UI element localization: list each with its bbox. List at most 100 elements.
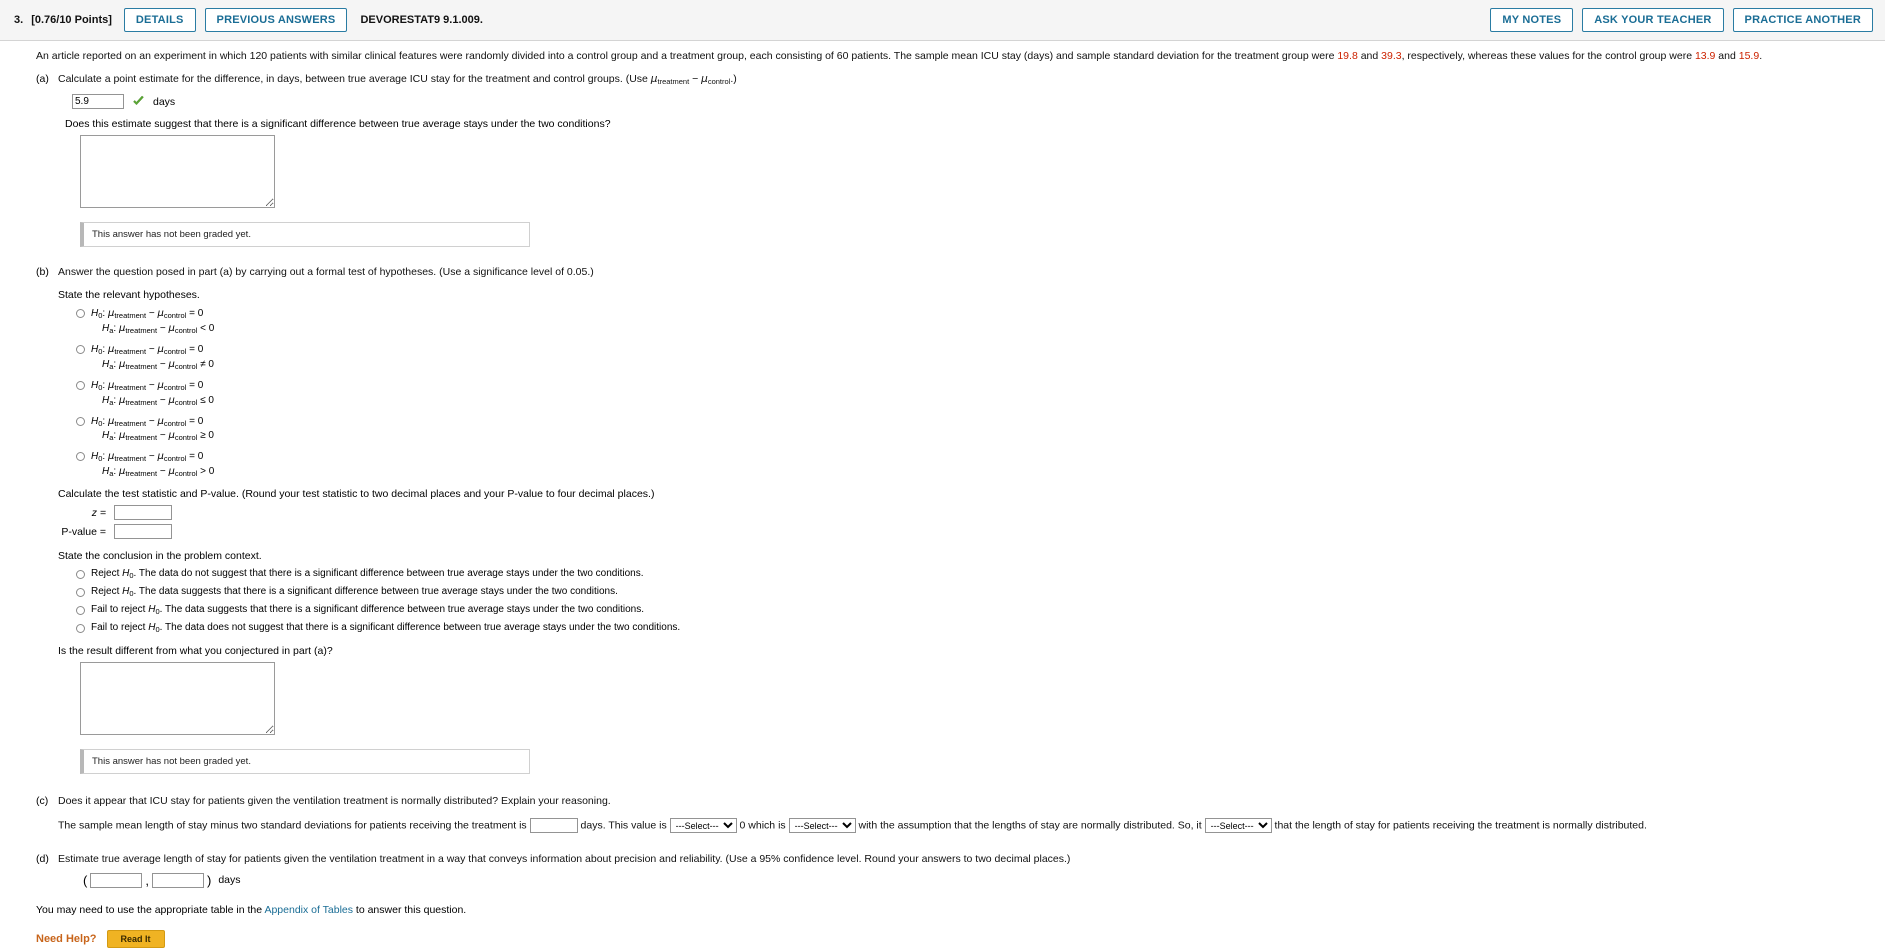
mu-t-sub: treatment (114, 454, 147, 464)
mu-t-sub: treatment (125, 469, 158, 479)
conclusion-option-1[interactable]: Reject H0. The data do not suggest that … (76, 568, 1885, 580)
statement-text-5: . (1759, 50, 1763, 62)
radio-icon[interactable] (76, 587, 85, 597)
open-paren: ( (83, 872, 88, 888)
conclusion-option-4[interactable]: Fail to reject H0. The data does not sug… (76, 622, 1885, 634)
previous-answers-button[interactable]: PREVIOUS ANSWERS (204, 8, 348, 32)
treatment-sd-value: 39.3 (1381, 50, 1402, 62)
read-it-button[interactable]: Read It (106, 929, 165, 948)
question-body: An article reported on an experiment in … (0, 41, 1885, 948)
part-c-select-1[interactable]: ---Select--- (669, 818, 737, 834)
radio-icon[interactable] (76, 605, 85, 615)
radio-icon[interactable] (76, 345, 85, 355)
conclusion-4-pre: Fail to reject (91, 622, 149, 634)
mu-t-sub: treatment (114, 311, 147, 321)
part-b-explanation-textarea[interactable] (80, 662, 275, 736)
statement-text-1: An article reported on an experiment in … (36, 50, 1338, 62)
part-d-lower-bound-input[interactable] (90, 872, 143, 888)
part-a-explanation-textarea[interactable] (80, 135, 275, 209)
close-paren: ) (206, 872, 212, 888)
conclusion-option-3[interactable]: Fail to reject H0. The data suggests tha… (76, 604, 1885, 616)
hypothesis-option-4[interactable]: H0: μtreatment − μcontrol = 0 Ha: μtreat… (76, 415, 1885, 445)
mu-c-sub: control (163, 382, 187, 392)
hypothesis-option-5[interactable]: H0: μtreatment − μcontrol = 0 Ha: μtreat… (76, 450, 1885, 480)
test-statistic-prompt: Calculate the test statistic and P-value… (58, 488, 655, 501)
practice-another-button[interactable]: PRACTICE ANOTHER (1732, 8, 1873, 32)
part-d-upper-bound-input[interactable] (151, 872, 204, 888)
ha-sign-2: ≠ (200, 358, 206, 370)
part-c-text-1: The sample mean length of stay minus two… (58, 819, 527, 832)
my-notes-button[interactable]: MY NOTES (1490, 8, 1574, 32)
ha-subscript: a (109, 397, 114, 407)
part-c-select-3[interactable]: ---Select--- (1204, 818, 1272, 834)
conclusion-option-2[interactable]: Reject H0. The data suggests that there … (76, 586, 1885, 598)
hypothesis-option-2[interactable]: H0: μtreatment − μcontrol = 0 Ha: μtreat… (76, 343, 1885, 373)
radio-icon[interactable] (76, 452, 85, 462)
comma-separator: , (145, 872, 149, 888)
h0-subscript: 0 (98, 311, 103, 321)
radio-icon[interactable] (76, 309, 85, 319)
part-a-prompt: Calculate a point estimate for the diffe… (58, 72, 1885, 88)
radio-icon[interactable] (76, 623, 85, 633)
conclusion-1-post: . The data do not suggest that there is … (133, 568, 644, 580)
ha-sign-5: > (200, 466, 206, 478)
appendix-of-tables-link[interactable]: Appendix of Tables (264, 904, 353, 916)
part-d-prompt: Estimate true average length of stay for… (58, 852, 1071, 865)
mu-c-sub: control (174, 326, 198, 336)
h0-sign-4: = (189, 415, 195, 427)
p-value-input[interactable] (114, 524, 172, 540)
mu-t-sub: treatment (125, 361, 158, 371)
minus: − (159, 358, 166, 370)
ha-subscript: a (109, 326, 114, 336)
part-c-text-4: with the assumption that the lengths of … (858, 819, 1202, 832)
appendix-note-pre: You may need to use the appropriate tabl… (36, 903, 265, 916)
question-points: [0.76/10 Points] (31, 14, 112, 26)
hypotheses-radio-group: H0: μtreatment − μcontrol = 0 Ha: μtreat… (76, 307, 1885, 480)
minus: − (159, 323, 166, 335)
ha-sign-3: ≤ (200, 394, 206, 406)
question-number: 3. (14, 14, 24, 26)
rhs: 0 (208, 466, 215, 478)
part-c-fill-in-sentence: The sample mean length of stay minus two… (58, 818, 1885, 834)
details-button[interactable]: DETAILS (123, 8, 196, 32)
conclusion-heading: State the conclusion in the problem cont… (58, 550, 262, 563)
p-value-label: P-value = (61, 525, 106, 538)
statement-text-2: and (1357, 50, 1382, 62)
ha-subscript: a (109, 433, 114, 443)
part-c-select-2[interactable]: ---Select--- (788, 818, 856, 834)
radio-icon[interactable] (76, 416, 85, 426)
mu-t-sub: treatment (125, 397, 158, 407)
minus: − (148, 308, 155, 320)
rhs: 0 (197, 415, 204, 427)
part-c: (c) Does it appear that ICU stay for pat… (36, 794, 1885, 834)
ask-your-teacher-button[interactable]: ASK YOUR TEACHER (1582, 8, 1724, 32)
minus: − (159, 394, 166, 406)
mu-c-sub: control (174, 469, 198, 479)
mu-c-sub: control (163, 418, 187, 428)
conclusion-2-pre: Reject (91, 586, 123, 598)
part-a-answer-input[interactable] (72, 94, 124, 110)
hypothesis-option-1[interactable]: H0: μtreatment − μcontrol = 0 Ha: μtreat… (76, 307, 1885, 337)
part-a-unit-label: days (153, 95, 176, 108)
hypothesis-option-3[interactable]: H0: μtreatment − μcontrol = 0 Ha: μtreat… (76, 379, 1885, 409)
part-c-value-input[interactable] (529, 818, 578, 834)
part-b: (b) Answer the question posed in part (a… (36, 265, 1885, 775)
h0-subscript: 0 (98, 382, 103, 392)
radio-icon[interactable] (76, 380, 85, 390)
radio-icon[interactable] (76, 569, 85, 579)
z-input[interactable] (114, 505, 172, 521)
control-sd-value: 15.9 (1738, 50, 1760, 62)
question-header-bar: 3. [0.76/10 Points] DETAILS PREVIOUS ANS… (0, 0, 1885, 41)
part-a-grading-note: This answer has not been graded yet. (80, 222, 530, 248)
part-b-grading-note: This answer has not been graded yet. (80, 749, 530, 775)
ha-subscript: a (109, 361, 114, 371)
ha-subscript: a (109, 469, 114, 479)
h0-sign-3: = (189, 379, 195, 391)
part-a-label: (a) (36, 73, 49, 86)
rhs: 0 (208, 394, 214, 406)
minus: − (159, 466, 166, 478)
minus: − (148, 451, 155, 463)
rhs: 0 (208, 358, 214, 370)
minus: − (159, 430, 166, 442)
part-c-text-5: that the length of stay for patients rec… (1274, 819, 1647, 832)
